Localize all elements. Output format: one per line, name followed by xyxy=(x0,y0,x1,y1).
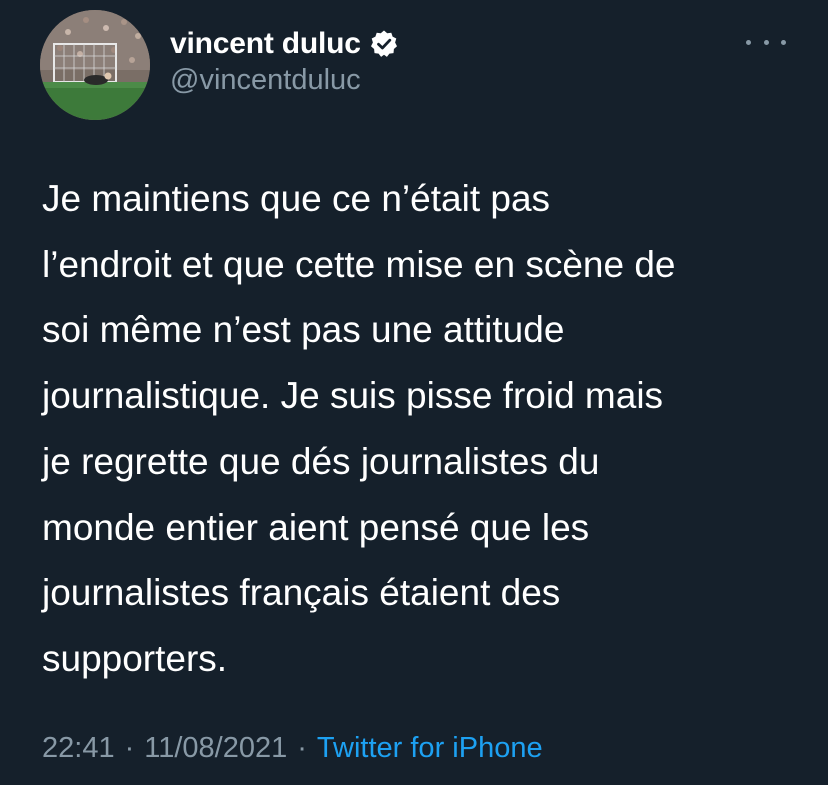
author-name-row: vincent duluc xyxy=(170,24,399,64)
display-name[interactable]: vincent duluc xyxy=(170,27,361,61)
tweet-text-line: journalistique. Je suis pisse froid mais xyxy=(42,375,664,417)
tweet-source-link[interactable]: Twitter for iPhone xyxy=(317,732,543,765)
handle[interactable]: @vincentduluc xyxy=(170,64,361,97)
tweet-text: Je maintiens que ce n’était pas l’endroi… xyxy=(42,166,802,692)
dot-icon xyxy=(781,39,786,45)
avatar[interactable] xyxy=(40,10,150,120)
tweet-time[interactable]: 22:41 xyxy=(42,732,115,765)
verified-badge-icon xyxy=(369,29,399,59)
tweet-card: vincent duluc @vincentduluc Je maintiens… xyxy=(0,0,828,785)
meta-separator: · xyxy=(297,731,307,764)
meta-separator: · xyxy=(124,731,135,764)
tweet-text-line: Je maintiens que ce n’était pas xyxy=(42,178,551,219)
tweet-text-line: monde entier aient pensé que les xyxy=(42,506,590,548)
more-options-icon[interactable] xyxy=(746,30,786,54)
tweet-text-line: journalistes français étaient des xyxy=(42,572,561,614)
tweet-text-line: soi même n’est pas une attitude xyxy=(42,309,565,351)
avatar-photo-icon xyxy=(40,10,150,120)
dot-icon xyxy=(746,39,751,45)
tweet-date[interactable]: 11/08/2021 xyxy=(144,732,287,765)
tweet-meta: 22:41 · 11/08/2021 · Twitter for iPhone xyxy=(42,726,543,770)
tweet-text-line: je regrette que dés journalistes du xyxy=(42,440,600,482)
dot-icon xyxy=(763,39,769,45)
tweet-text-line: l’endroit et que cette mise en scène de xyxy=(42,243,676,285)
tweet-text-line: supporters. xyxy=(42,637,228,679)
